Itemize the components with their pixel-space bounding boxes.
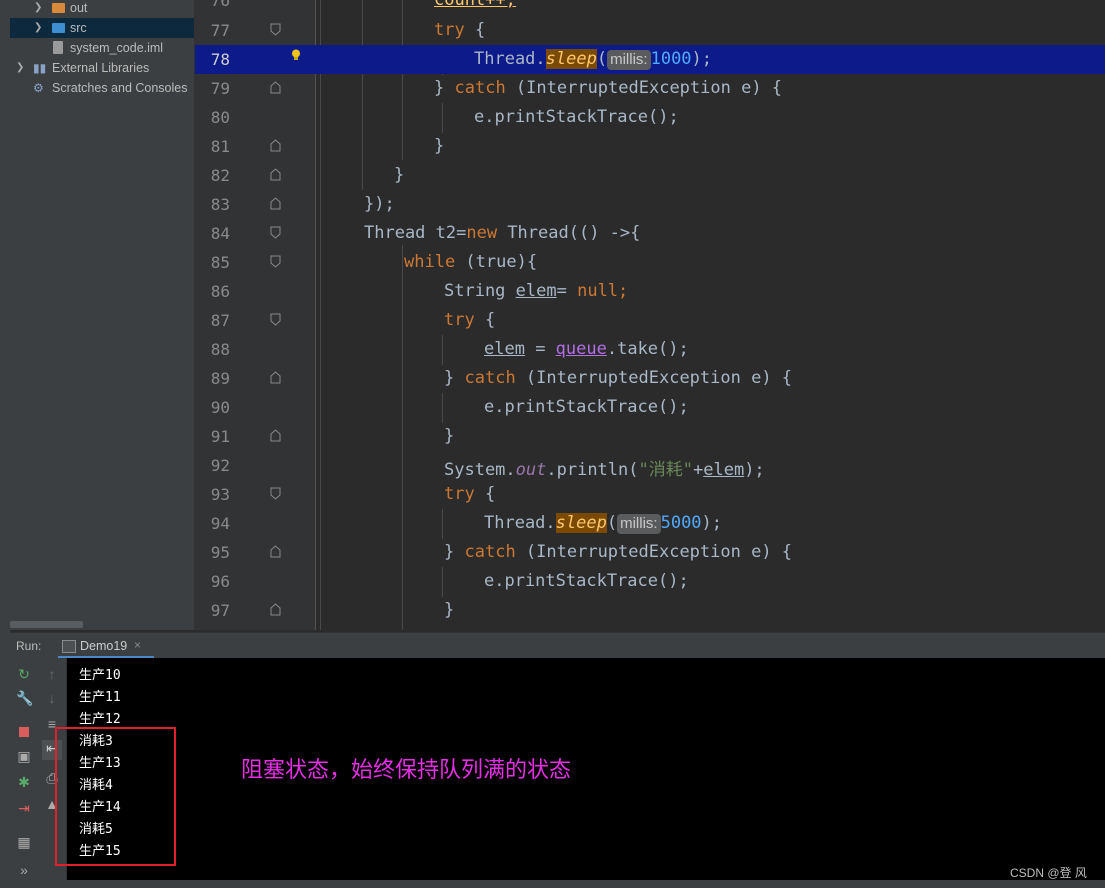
tree-item-external-libraries[interactable]: ❯ ▮▮ External Libraries — [10, 58, 194, 78]
code-line[interactable]: 96 e.printStackTrace(); — [195, 567, 1105, 596]
close-icon[interactable]: × — [134, 638, 141, 652]
fold-icon[interactable] — [270, 255, 281, 268]
token-count: count++; — [434, 0, 516, 10]
code-line[interactable]: 97 } — [195, 596, 1105, 625]
code-line[interactable]: 85 while (true){ — [195, 248, 1105, 277]
parameter-hint: millis: — [607, 50, 651, 70]
project-panel: ❯ out ❯ src system_code.iml ❯ ▮▮ Externa… — [10, 0, 195, 630]
fold-icon[interactable] — [270, 197, 281, 210]
fold-icon[interactable] — [270, 313, 281, 326]
camera-icon[interactable]: ▣ — [16, 748, 32, 764]
exit-icon[interactable]: ⇥ — [16, 800, 32, 816]
folder-icon — [52, 3, 65, 13]
run-label: Run: — [16, 639, 42, 653]
run-toolbar-primary: ↻ 🔧 ▣ ✱ ⇥ ▦ » — [10, 658, 38, 888]
fold-icon[interactable] — [270, 545, 281, 558]
code-line[interactable]: 89 } catch (InterruptedException e) { — [195, 364, 1105, 393]
tree-item-src[interactable]: ❯ src — [10, 18, 194, 38]
fold-icon[interactable] — [270, 487, 281, 500]
code-line[interactable]: 76 count++; — [195, 0, 1105, 15]
code-line[interactable]: 86 String elem= null; — [195, 277, 1105, 306]
code-line[interactable]: 95 } catch (InterruptedException e) { — [195, 538, 1105, 567]
fold-icon[interactable] — [270, 371, 281, 384]
run-panel-header: Run: Demo19 × — [10, 632, 1105, 659]
code-line[interactable]: 94 Thread.sleep(millis: 5000); — [195, 509, 1105, 538]
arrow-down-icon[interactable]: ↓ — [44, 690, 60, 706]
code-line[interactable]: 92 System.out.println("消耗"+elem); — [195, 451, 1105, 480]
scratches-icon: ⚙ — [33, 81, 44, 95]
chevron-right-icon[interactable]: ❯ — [34, 18, 42, 38]
tree-item-scratches[interactable]: ⚙ Scratches and Consoles — [10, 78, 194, 98]
watermark: CSDN @登 风 — [1010, 866, 1087, 880]
arrow-up-icon[interactable]: ↑ — [44, 666, 60, 682]
tree-item-out[interactable]: ❯ out — [10, 0, 194, 18]
fold-icon[interactable] — [270, 23, 281, 36]
annotation-highlight-box — [55, 727, 176, 866]
console-line: 生产12 — [79, 712, 121, 727]
annotation-text: 阻塞状态，始终保持队列满的状态 — [241, 757, 572, 782]
fold-icon[interactable] — [270, 139, 281, 152]
chevron-right-icon[interactable]: ❯ — [16, 58, 24, 78]
source-folder-icon — [52, 23, 65, 33]
file-icon — [53, 41, 63, 54]
code-line[interactable]: 77 try { — [195, 16, 1105, 45]
console-icon — [62, 640, 76, 653]
rerun-icon[interactable]: ↻ — [16, 666, 32, 682]
code-line[interactable]: 87 try { — [195, 306, 1105, 335]
more-icon[interactable]: » — [16, 862, 32, 878]
debug-icon[interactable]: ✱ — [16, 774, 32, 790]
stop-icon[interactable] — [16, 724, 32, 740]
fold-icon[interactable] — [270, 226, 281, 239]
tree-item-system-code-iml[interactable]: system_code.iml — [10, 38, 194, 58]
code-line[interactable]: 93 try { — [195, 480, 1105, 509]
fold-icon[interactable] — [270, 603, 281, 616]
fold-icon[interactable] — [270, 168, 281, 181]
fold-icon[interactable] — [270, 429, 281, 442]
console-output[interactable]: 生产10 生产11 生产12 消耗3 生产13 消耗4 生产14 消耗5 生产1… — [67, 658, 1105, 880]
horizontal-scrollbar[interactable] — [10, 621, 83, 628]
console-line: 生产11 — [79, 690, 121, 705]
parameter-hint: millis: — [617, 514, 661, 534]
code-line[interactable]: 80 e.printStackTrace(); — [195, 103, 1105, 132]
status-bar — [0, 880, 1105, 888]
code-line[interactable]: 90 e.printStackTrace(); — [195, 393, 1105, 422]
code-line[interactable]: 88 elem = queue.take(); — [195, 335, 1105, 364]
code-line[interactable]: 91 } — [195, 422, 1105, 451]
lightbulb-icon[interactable] — [291, 49, 301, 61]
code-line-current[interactable]: 78 Thread.sleep(millis: 1000); — [195, 45, 1105, 74]
code-line[interactable]: 79 } catch (InterruptedException e) { — [195, 74, 1105, 103]
layout-icon[interactable]: ▦ — [16, 834, 32, 850]
code-line[interactable]: 82 } — [195, 161, 1105, 190]
console-line: 生产10 — [79, 668, 121, 683]
code-line[interactable]: 83 }); — [195, 190, 1105, 219]
code-line[interactable]: 81 } — [195, 132, 1105, 161]
fold-icon[interactable] — [270, 81, 281, 94]
tab-demo19[interactable]: Demo19 × — [58, 633, 154, 659]
code-editor[interactable]: 76 count++; 77 try { 78 Thread.sleep(mil… — [195, 0, 1105, 630]
chevron-right-icon[interactable]: ❯ — [34, 0, 42, 18]
code-line[interactable]: 84 Thread t2=new Thread(() ->{ — [195, 219, 1105, 248]
library-icon: ▮▮ — [33, 61, 47, 75]
wrench-icon[interactable]: 🔧 — [16, 690, 33, 706]
